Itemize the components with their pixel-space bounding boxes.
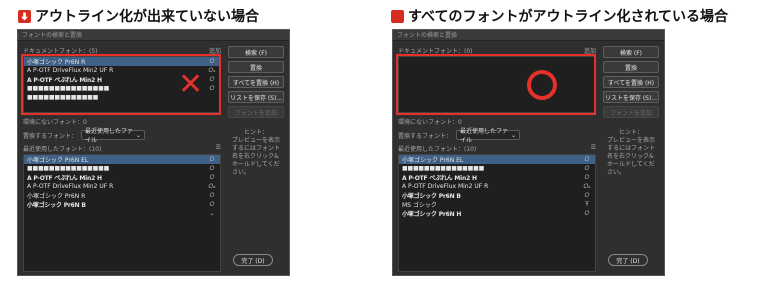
truetype-icon: Ŧ: [585, 201, 589, 208]
replace-button[interactable]: 置換: [228, 61, 284, 73]
font-row[interactable]: 小塚ゴシック Pr6N B 𝑂: [24, 200, 220, 210]
font-name: MS ゴシック: [402, 202, 437, 209]
replace-with-label: 置換するフォント：: [23, 132, 78, 140]
opentype-variable-icon: 𝑂ₐ: [583, 182, 591, 190]
opentype-icon: 𝑂: [584, 164, 590, 172]
opentype-icon: 𝑂: [209, 200, 215, 208]
chevron-down-icon: ⌄: [510, 131, 517, 139]
save-list-button[interactable]: リストを保存 (S)...: [228, 91, 284, 103]
font-name: A P-OTF ぺぷれん Min2 H: [402, 175, 477, 182]
select-value: 最近使用したファイル: [85, 128, 134, 144]
font-name: 小塚ゴシック Pr6N B: [27, 202, 86, 209]
font-row[interactable]: ■■■■■■■■■■■■■■■ 𝑂: [399, 164, 595, 173]
find-button[interactable]: 検索 (F): [603, 46, 659, 58]
hint-panel: ヒント： プレビューを表示するにはフォント名を右クリック&ホールドしてください。: [228, 129, 284, 177]
save-list-button[interactable]: リストを保存 (S)...: [603, 91, 659, 103]
replace-all-button[interactable]: すべてを置換 (H): [228, 76, 284, 88]
recent-fonts-list[interactable]: 小塚ゴシック Pr6N EL 𝑂 ■■■■■■■■■■■■■■■ 𝑂 A P-OTF…: [398, 154, 596, 272]
replace-source-select[interactable]: 最近使用したファイル ⌄: [456, 128, 521, 144]
highlight-box: [396, 54, 596, 115]
opentype-icon: 𝑂: [584, 191, 590, 199]
font-name: 小塚ゴシック Pr6N B: [402, 193, 461, 200]
hint-title: ヒント：: [243, 129, 268, 136]
recent-fonts-header: 最近使用したフォント：(10) ☰: [23, 144, 221, 153]
font-name: 小塚ゴシック Pr6N R: [27, 193, 86, 200]
caption-all-outlined: すべてのフォントがアウトライン化されている場合: [391, 6, 728, 26]
font-row[interactable]: MS ゴシック Ŧ: [399, 200, 595, 209]
font-name: ■■■■■■■■■■■■■■■: [27, 165, 110, 172]
font-name: A P-OTF ぺぷれん Min2 H: [27, 175, 102, 182]
done-button[interactable]: 完了 (D): [608, 254, 648, 266]
add-font-button[interactable]: フォントを追加: [228, 106, 284, 118]
recent-fonts-label: 最近使用したフォント：(10): [398, 146, 477, 153]
opentype-variable-icon: 𝑂ₐ: [208, 182, 216, 190]
dialog-title: フォントの検索と置換: [393, 30, 664, 41]
missing-fonts-count: 環境にないフォント：0: [398, 119, 462, 126]
select-value: 最近使用したファイル: [460, 128, 509, 144]
caption-text: アウトライン化が出来ていない場合: [35, 9, 259, 25]
opentype-icon: 𝑂: [584, 173, 590, 181]
font-row[interactable]: A P-OTF DriveFlux Min2 UF R 𝑂ₐ: [24, 182, 220, 191]
font-name: A P-OTF DriveFlux Min2 UF R: [402, 183, 489, 190]
hint-text: プレビューを表示するにはフォント名を右クリック&ホールドしてください。: [607, 137, 656, 176]
opentype-icon: 𝑂: [209, 191, 215, 199]
add-font-button[interactable]: フォントを追加: [603, 106, 659, 118]
opentype-icon: 𝑂: [209, 173, 215, 181]
font-row[interactable]: A P-OTF ぺぷれん Min2 H 𝑂: [24, 173, 220, 183]
list-view-icon[interactable]: ☰: [216, 144, 221, 153]
replace-with-row: 置換するフォント： 最近使用したファイル ⌄: [23, 128, 146, 144]
font-row[interactable]: 小塚ゴシック Pr6N H 𝑂: [399, 209, 595, 219]
font-name: A P-OTF DriveFlux Min2 UF R: [27, 183, 114, 190]
font-name: 小塚ゴシック Pr6N EL: [402, 157, 464, 164]
recent-fonts-header: 最近使用したフォント：(10) ☰: [398, 144, 596, 153]
opentype-icon: 𝑂: [584, 209, 590, 217]
missing-fonts-count: 環境にないフォント：0: [23, 119, 87, 126]
hint-title: ヒント：: [618, 129, 643, 136]
list-view-icon[interactable]: ☰: [591, 144, 596, 153]
replace-with-row: 置換するフォント： 最近使用したファイル ⌄: [398, 128, 521, 144]
font-row[interactable]: ⌄: [24, 209, 220, 218]
opentype-icon: 𝑂: [209, 155, 215, 163]
find-button[interactable]: 検索 (F): [228, 46, 284, 58]
caption-text: すべてのフォントがアウトライン化されている場合: [408, 9, 729, 25]
font-row[interactable]: ■■■■■■■■■■■■■■■ 𝑂: [24, 164, 220, 173]
dialog-title: フォントの検索と置換: [18, 30, 289, 41]
square-badge-icon: [391, 9, 404, 23]
font-row[interactable]: 小塚ゴシック Pr6N B 𝑂: [399, 191, 595, 201]
font-type-icon: ⌄: [209, 210, 215, 217]
font-name: ■■■■■■■■■■■■■■■: [402, 165, 485, 172]
font-row[interactable]: 小塚ゴシック Pr6N EL 𝑂: [24, 155, 220, 164]
caption-not-outlined: アウトライン化が出来ていない場合: [18, 6, 259, 26]
recent-fonts-list[interactable]: 小塚ゴシック Pr6N EL 𝑂 ■■■■■■■■■■■■■■■ 𝑂 A P-OTF…: [23, 154, 221, 272]
hint-text: プレビューを表示するにはフォント名を右クリック&ホールドしてください。: [232, 137, 281, 176]
font-row[interactable]: A P-OTF DriveFlux Min2 UF R 𝑂ₐ: [399, 182, 595, 191]
replace-source-select[interactable]: 最近使用したファイル ⌄: [81, 128, 146, 144]
recent-fonts-label: 最近使用したフォント：(10): [23, 146, 102, 153]
down-arrow-icon: [18, 9, 31, 23]
replace-all-button[interactable]: すべてを置換 (H): [603, 76, 659, 88]
chevron-down-icon: ⌄: [135, 131, 142, 139]
opentype-icon: 𝑂: [209, 164, 215, 172]
find-replace-dialog-right: フォントの検索と置換 ドキュメントフォント：(0) 追加 検索 (F) 置換 す…: [392, 29, 665, 276]
circle-mark-icon: [527, 70, 557, 100]
font-row[interactable]: A P-OTF ぺぷれん Min2 H 𝑂: [399, 173, 595, 183]
find-replace-dialog-left: フォントの検索と置換 ドキュメントフォント：(5) 追加 小塚ゴシック Pr6N…: [17, 29, 290, 276]
done-button[interactable]: 完了 (D): [233, 254, 273, 266]
replace-with-label: 置換するフォント：: [398, 132, 453, 140]
font-name: 小塚ゴシック Pr6N EL: [27, 157, 89, 164]
font-name: 小塚ゴシック Pr6N H: [402, 211, 462, 218]
x-mark-icon: ✕: [178, 67, 204, 102]
hint-panel: ヒント： プレビューを表示するにはフォント名を右クリック&ホールドしてください。: [603, 129, 659, 177]
opentype-icon: 𝑂: [584, 155, 590, 163]
font-row[interactable]: 小塚ゴシック Pr6N R 𝑂: [24, 191, 220, 201]
replace-button[interactable]: 置換: [603, 61, 659, 73]
font-row[interactable]: 小塚ゴシック Pr6N EL 𝑂: [399, 155, 595, 164]
